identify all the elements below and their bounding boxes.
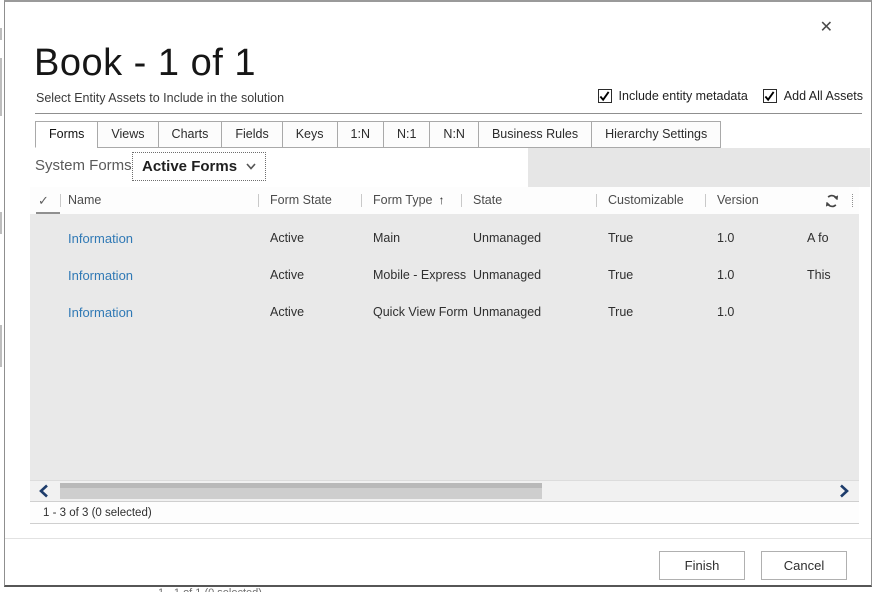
background-edge-mark [0, 212, 2, 234]
row-name-link[interactable]: Information [68, 257, 133, 294]
row-version: 1.0 [717, 294, 734, 331]
row-description: A fo [807, 220, 859, 257]
horizontal-scrollbar[interactable] [30, 480, 859, 501]
select-all-checkmark-icon[interactable]: ✓ [38, 187, 49, 214]
header-divider [35, 113, 862, 114]
tab-fields[interactable]: Fields [221, 121, 282, 148]
dropdown-value: Active Forms [142, 158, 237, 175]
record-count: 1 - 3 of 3 (0 selected) [30, 501, 859, 524]
row-form-type: Mobile - Express [373, 257, 466, 294]
toolbar-background [528, 148, 870, 187]
column-separator [852, 194, 853, 207]
tab-charts[interactable]: Charts [158, 121, 223, 148]
background-status-text: 1 - 1 of 1 (0 selected) [158, 587, 262, 592]
scroll-left-icon[interactable] [38, 484, 51, 498]
column-separator [596, 194, 597, 207]
table-row[interactable]: Information Active Mobile - Express Unma… [30, 257, 859, 294]
row-description: This [807, 257, 859, 294]
scroll-right-icon[interactable] [838, 484, 851, 498]
row-version: 1.0 [717, 220, 734, 257]
footer-buttons: Finish Cancel [659, 551, 847, 580]
column-header-customizable[interactable]: Customizable [608, 187, 684, 214]
background-edge-mark [0, 325, 2, 367]
column-header-label: Form Type [373, 193, 433, 207]
row-description [807, 294, 859, 331]
close-button[interactable]: ✕ [820, 20, 833, 36]
option-checkboxes: Include entity metadata Add All Assets [598, 89, 863, 103]
scrollbar-thumb[interactable] [60, 483, 542, 499]
tab-1n[interactable]: 1:N [337, 121, 384, 148]
row-form-type: Main [373, 220, 400, 257]
row-name-link[interactable]: Information [68, 294, 133, 331]
checkbox-label: Add All Assets [784, 89, 863, 103]
table-row[interactable]: Information Active Main Unmanaged True 1… [30, 220, 859, 257]
column-header-name[interactable]: Name [68, 187, 101, 214]
chevron-down-icon [246, 163, 256, 170]
column-separator [461, 194, 462, 207]
column-header-form-state[interactable]: Form State [270, 187, 332, 214]
checkbox-checked-icon[interactable] [598, 89, 612, 103]
include-entity-metadata-checkbox[interactable]: Include entity metadata [598, 89, 748, 103]
forms-grid: ✓ Name Form State Form Type ↑ State Custo… [30, 187, 859, 524]
table-row[interactable]: Information Active Quick View Form Unman… [30, 294, 859, 331]
tab-strip: Forms Views Charts Fields Keys 1:N N:1 N… [35, 121, 721, 148]
finish-button[interactable]: Finish [659, 551, 745, 580]
column-separator [361, 194, 362, 207]
entity-assets-dialog: ✕ Book - 1 of 1 Select Entity Assets to … [4, 0, 872, 587]
tab-n1[interactable]: N:1 [383, 121, 430, 148]
checkbox-label: Include entity metadata [619, 89, 748, 103]
tab-keys[interactable]: Keys [282, 121, 338, 148]
tab-forms[interactable]: Forms [35, 121, 98, 148]
row-name-link[interactable]: Information [68, 220, 133, 257]
column-header-form-type[interactable]: Form Type ↑ [373, 187, 445, 214]
row-customizable: True [608, 257, 633, 294]
row-form-state: Active [270, 257, 304, 294]
grid-body: Information Active Main Unmanaged True 1… [30, 214, 859, 480]
view-selector-label: System Forms [35, 157, 132, 174]
grid-header: ✓ Name Form State Form Type ↑ State Custo… [30, 187, 859, 214]
row-state: Unmanaged [473, 220, 541, 257]
checkbox-checked-icon[interactable] [763, 89, 777, 103]
row-customizable: True [608, 294, 633, 331]
row-state: Unmanaged [473, 257, 541, 294]
row-form-state: Active [270, 294, 304, 331]
page-title: Book - 1 of 1 [34, 42, 256, 85]
page-subtitle: Select Entity Assets to Include in the s… [36, 91, 284, 105]
column-header-version[interactable]: Version [717, 187, 759, 214]
tab-business-rules[interactable]: Business Rules [478, 121, 592, 148]
add-all-assets-checkbox[interactable]: Add All Assets [763, 89, 863, 103]
background-edge-mark [0, 28, 2, 40]
row-form-state: Active [270, 220, 304, 257]
screen: 1 - 1 of 1 (0 selected) ✕ Book - 1 of 1 … [0, 0, 876, 592]
background-edge-mark [0, 58, 2, 116]
tab-views[interactable]: Views [97, 121, 158, 148]
form-view-dropdown[interactable]: Active Forms [132, 152, 266, 181]
column-separator [258, 194, 259, 207]
tab-hierarchy-settings[interactable]: Hierarchy Settings [591, 121, 721, 148]
cancel-button[interactable]: Cancel [761, 551, 847, 580]
column-header-state[interactable]: State [473, 187, 502, 214]
tab-nn[interactable]: N:N [429, 121, 479, 148]
row-form-type: Quick View Form [373, 294, 468, 331]
row-customizable: True [608, 220, 633, 257]
sort-ascending-icon: ↑ [439, 193, 445, 207]
row-version: 1.0 [717, 257, 734, 294]
footer-divider [5, 538, 871, 539]
row-state: Unmanaged [473, 294, 541, 331]
refresh-icon[interactable] [825, 194, 839, 208]
column-separator [705, 194, 706, 207]
column-separator [60, 194, 61, 207]
